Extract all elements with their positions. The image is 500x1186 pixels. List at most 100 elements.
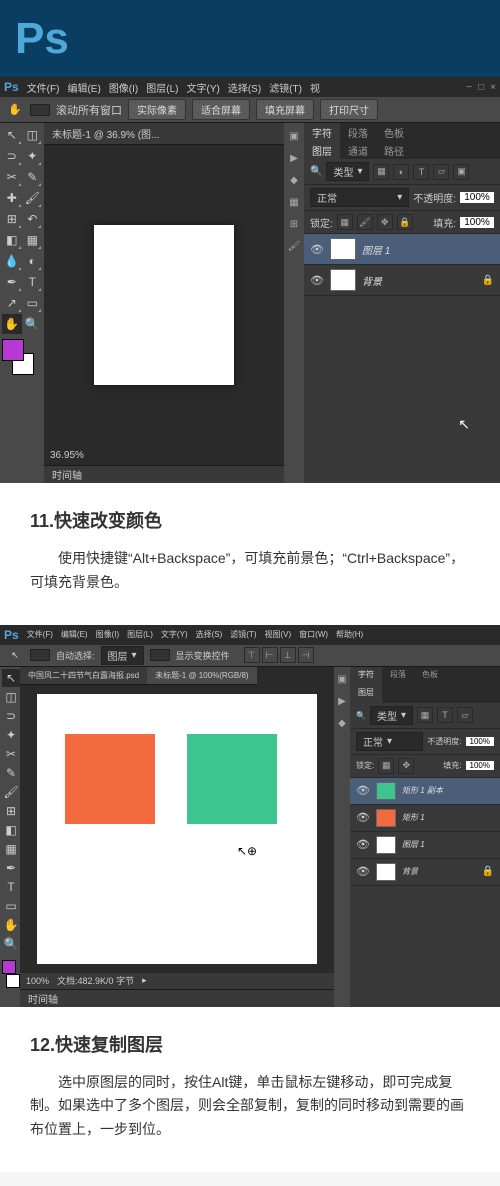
timeline-panel[interactable]: 时间轴 <box>44 465 284 483</box>
marquee-tool[interactable]: ◫ <box>2 688 20 706</box>
tab-layers[interactable]: 图层 <box>304 141 340 159</box>
document-tab[interactable]: 未标题-1 @ 36.9% (图... <box>44 123 284 145</box>
layer-item[interactable]: 👁 背景 🔒 <box>350 859 500 886</box>
filter-kind-select[interactable]: 类型▾ <box>370 706 413 725</box>
fill-input[interactable]: 100% <box>460 217 494 228</box>
foreground-swatch[interactable] <box>2 960 16 974</box>
gradient-tool[interactable]: ▦ <box>23 230 43 250</box>
panel-icon[interactable]: ▶ <box>335 695 349 709</box>
filter-smart-icon[interactable]: ▣ <box>453 164 469 180</box>
blend-mode-select[interactable]: 正常 ▾ <box>310 188 409 207</box>
pen-tool[interactable]: ✒ <box>2 272 22 292</box>
green-rectangle[interactable] <box>187 734 277 824</box>
foreground-swatch[interactable] <box>2 339 24 361</box>
menu-filter[interactable]: 滤镜(T) <box>269 80 302 95</box>
layer-item[interactable]: 👁 图层 1 <box>350 832 500 859</box>
layer-item[interactable]: 👁 图层 1 <box>304 234 500 265</box>
eyedropper-tool[interactable]: ✎ <box>23 167 43 187</box>
layer-item[interactable]: 👁 背景 🔒 <box>304 265 500 296</box>
print-size-button[interactable]: 打印尺寸 <box>320 99 378 120</box>
layer-item[interactable]: 👁 矩形 1 副本 <box>350 778 500 805</box>
menu-select[interactable]: 选择(S) <box>196 629 223 640</box>
menu-window[interactable]: 窗口(W) <box>299 629 328 640</box>
menu-view[interactable]: 视 <box>310 80 320 95</box>
lock-icon[interactable]: ✥ <box>398 758 414 774</box>
opacity-input[interactable]: 100% <box>460 192 494 203</box>
layer-name[interactable]: 背景 <box>402 866 418 877</box>
search-icon[interactable]: 🔍 <box>356 711 366 720</box>
menu-file[interactable]: 文件(F) <box>27 629 53 640</box>
shape-tool[interactable]: ▭ <box>23 293 43 313</box>
layer-thumbnail[interactable] <box>330 238 356 260</box>
filter-pixel-icon[interactable]: ▦ <box>373 164 389 180</box>
canvas[interactable]: ↖⊕ <box>37 694 317 964</box>
align-icon[interactable]: ⊢ <box>262 647 278 663</box>
layer-thumbnail[interactable] <box>376 863 396 881</box>
lock-transparent-icon[interactable]: ▦ <box>337 214 353 230</box>
move-tool[interactable]: ↖ <box>2 669 20 687</box>
tab-character[interactable]: 字符 <box>304 123 340 141</box>
close-icon[interactable]: × <box>490 82 496 93</box>
filter-icon[interactable]: ▦ <box>417 707 433 723</box>
fill-input[interactable]: 100% <box>466 761 494 770</box>
visibility-icon[interactable]: 👁 <box>356 865 370 878</box>
layer-name[interactable]: 图层 1 <box>362 242 390 257</box>
menu-help[interactable]: 帮助(H) <box>336 629 363 640</box>
eraser-tool[interactable]: ◧ <box>2 821 20 839</box>
brush-tool[interactable]: 🖌 <box>2 783 20 801</box>
auto-select-dropdown[interactable]: 图层 ▾ <box>101 646 144 665</box>
type-tool[interactable]: T <box>2 878 20 896</box>
align-icon[interactable]: ⊥ <box>280 647 296 663</box>
brush-tool[interactable]: 🖌 <box>23 188 43 208</box>
menu-edit[interactable]: 编辑(E) <box>67 80 100 95</box>
menu-type[interactable]: 文字(Y) <box>187 80 220 95</box>
lock-all-icon[interactable]: 🔒 <box>397 214 413 230</box>
history-brush-tool[interactable]: ↶ <box>23 209 43 229</box>
heal-tool[interactable]: ✚ <box>2 188 22 208</box>
layer-item[interactable]: 👁 矩形 1 <box>350 805 500 832</box>
filter-icon[interactable]: ▱ <box>457 707 473 723</box>
filter-shape-icon[interactable]: ▱ <box>433 164 449 180</box>
dodge-tool[interactable]: ◐ <box>23 251 43 271</box>
canvas[interactable] <box>94 225 234 385</box>
crop-tool[interactable]: ✂ <box>2 167 22 187</box>
menu-select[interactable]: 选择(S) <box>228 80 261 95</box>
visibility-icon[interactable]: 👁 <box>310 274 324 287</box>
eraser-tool[interactable]: ◧ <box>2 230 22 250</box>
chevron-right-icon[interactable]: ▸ <box>142 975 147 986</box>
lasso-tool[interactable]: ⊃ <box>2 146 22 166</box>
lock-pixels-icon[interactable]: 🖌 <box>357 214 373 230</box>
menu-edit[interactable]: 编辑(E) <box>61 629 88 640</box>
minimize-icon[interactable]: − <box>466 82 472 93</box>
blend-mode-select[interactable]: 正常▾ <box>356 732 423 751</box>
menu-layer[interactable]: 图层(L) <box>127 629 153 640</box>
visibility-icon[interactable]: 👁 <box>356 838 370 851</box>
zoom-tool[interactable]: 🔍 <box>2 935 20 953</box>
path-tool[interactable]: ↗ <box>2 293 22 313</box>
document-tab-2[interactable]: 未标题-1 @ 100%(RGB/8) <box>147 667 256 685</box>
layer-name[interactable]: 背景 <box>362 273 382 288</box>
zoom-readout[interactable]: 100% <box>26 976 49 986</box>
panel-icon-2[interactable]: ▦ <box>287 195 301 209</box>
eyedropper-tool[interactable]: ✎ <box>2 764 20 782</box>
tab-paragraph[interactable]: 段落 <box>340 123 376 141</box>
crop-tool[interactable]: ✂ <box>2 745 20 763</box>
wand-tool[interactable]: ✦ <box>23 146 43 166</box>
layer-thumbnail[interactable] <box>376 809 396 827</box>
color-swatches[interactable] <box>2 960 20 988</box>
search-icon[interactable]: 🔍 <box>310 166 322 177</box>
tab-paths[interactable]: 路径 <box>376 141 412 159</box>
tab-layers[interactable]: 图层 <box>350 685 382 703</box>
wand-tool[interactable]: ✦ <box>2 726 20 744</box>
tab-paragraph[interactable]: 段落 <box>382 667 414 685</box>
canvas-viewport[interactable]: 36.95% <box>44 145 284 465</box>
marquee-tool[interactable]: ◫ <box>23 125 43 145</box>
fill-screen-button[interactable]: 填充屏幕 <box>256 99 314 120</box>
menu-image[interactable]: 图像(I) <box>109 80 138 95</box>
canvas-viewport[interactable]: ↖⊕ <box>20 685 334 973</box>
shape-tool[interactable]: ▭ <box>2 897 20 915</box>
timeline-panel[interactable]: 时间轴 <box>20 989 334 1007</box>
play-icon[interactable]: ▶ <box>287 151 301 165</box>
layer-thumbnail[interactable] <box>330 269 356 291</box>
move-tool[interactable]: ↖ <box>2 125 22 145</box>
